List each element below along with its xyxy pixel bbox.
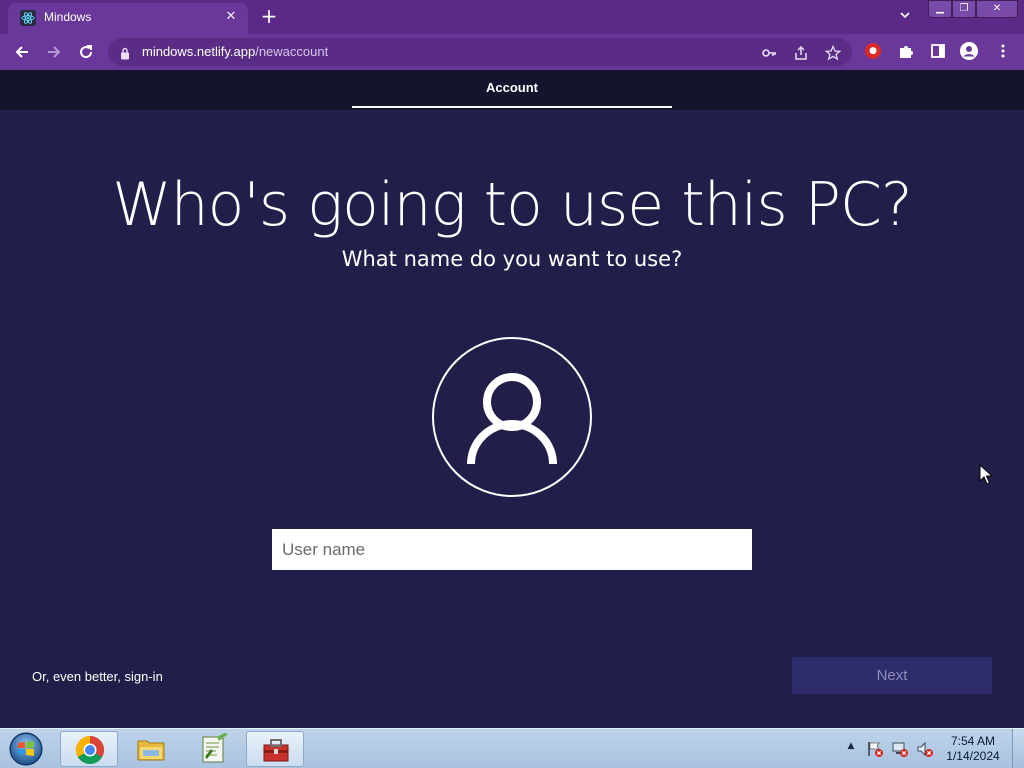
address-bar[interactable]: mindows.netlify.app/newaccount xyxy=(108,38,852,66)
username-input[interactable] xyxy=(272,529,752,570)
user-icon xyxy=(467,373,557,465)
taskbar: ▲ 7:54 AM 1/14/2024 xyxy=(0,728,1024,768)
signin-link[interactable]: Or, even better, sign-in xyxy=(32,669,163,684)
forward-arrow-icon[interactable] xyxy=(43,41,65,63)
minimize-icon[interactable]: ▁ xyxy=(928,0,952,18)
notepad-plus-plus-icon xyxy=(202,733,227,763)
tab-title: Mindows xyxy=(44,10,92,24)
url-domain: mindows.netlify.app xyxy=(142,44,256,59)
page-title: Who's going to use this PC? xyxy=(112,170,912,240)
kebab-menu-icon[interactable] xyxy=(994,43,1012,61)
star-icon[interactable] xyxy=(824,44,842,62)
close-window-icon[interactable]: ✕ xyxy=(976,0,1018,18)
browser-toolbar: mindows.netlify.app/newaccount ● xyxy=(0,34,1024,70)
toolbox-icon xyxy=(263,739,289,762)
taskbar-chrome[interactable] xyxy=(60,731,118,767)
puzzle-icon[interactable] xyxy=(897,43,915,61)
profile-icon[interactable] xyxy=(960,42,978,60)
volume-muted-icon[interactable] xyxy=(916,740,934,758)
share-icon[interactable] xyxy=(792,44,810,62)
plus-icon[interactable]: + xyxy=(258,6,280,28)
setup-step-header: Account xyxy=(0,70,1024,110)
clock-date: 1/14/2024 xyxy=(946,749,1000,763)
next-button[interactable]: Next xyxy=(792,657,992,694)
show-desktop-button[interactable] xyxy=(1012,729,1024,768)
sidebar-icon[interactable] xyxy=(929,43,947,61)
browser-titlebar: Mindows ✕ + ▁ ❐ ✕ xyxy=(0,0,1024,34)
url-path: /newaccount xyxy=(255,44,329,59)
taskbar-notepad[interactable] xyxy=(184,731,242,767)
clock-time: 7:54 AM xyxy=(950,734,996,748)
restore-icon[interactable]: ❐ xyxy=(952,0,976,18)
extension-shield-icon[interactable]: ● xyxy=(865,43,883,61)
step-underline xyxy=(352,106,672,108)
system-clock[interactable]: 7:54 AM 1/14/2024 xyxy=(938,734,1008,764)
tray-expand-icon[interactable]: ▲ xyxy=(845,741,857,755)
url-text: mindows.netlify.app/newaccount xyxy=(142,44,328,59)
mouse-cursor-icon xyxy=(979,463,994,490)
close-icon[interactable]: ✕ xyxy=(222,8,240,26)
step-label: Account xyxy=(486,80,538,95)
network-icon[interactable] xyxy=(891,740,909,758)
react-favicon-icon xyxy=(20,10,36,26)
page-subtitle: What name do you want to use? xyxy=(341,247,683,271)
key-icon[interactable] xyxy=(760,44,778,62)
folder-icon xyxy=(137,740,165,761)
start-button[interactable] xyxy=(6,731,46,767)
window-controls: ▁ ❐ ✕ xyxy=(928,0,1018,18)
browser-tab[interactable]: Mindows ✕ xyxy=(8,3,248,34)
chevron-down-icon[interactable] xyxy=(896,8,914,26)
back-arrow-icon[interactable] xyxy=(11,41,33,63)
action-center-icon[interactable] xyxy=(866,740,884,758)
reload-icon[interactable] xyxy=(75,41,97,63)
chrome-icon xyxy=(76,736,104,764)
avatar xyxy=(432,337,592,497)
lock-icon[interactable] xyxy=(120,45,130,60)
taskbar-toolbox[interactable] xyxy=(246,731,304,767)
taskbar-explorer[interactable] xyxy=(122,731,180,767)
